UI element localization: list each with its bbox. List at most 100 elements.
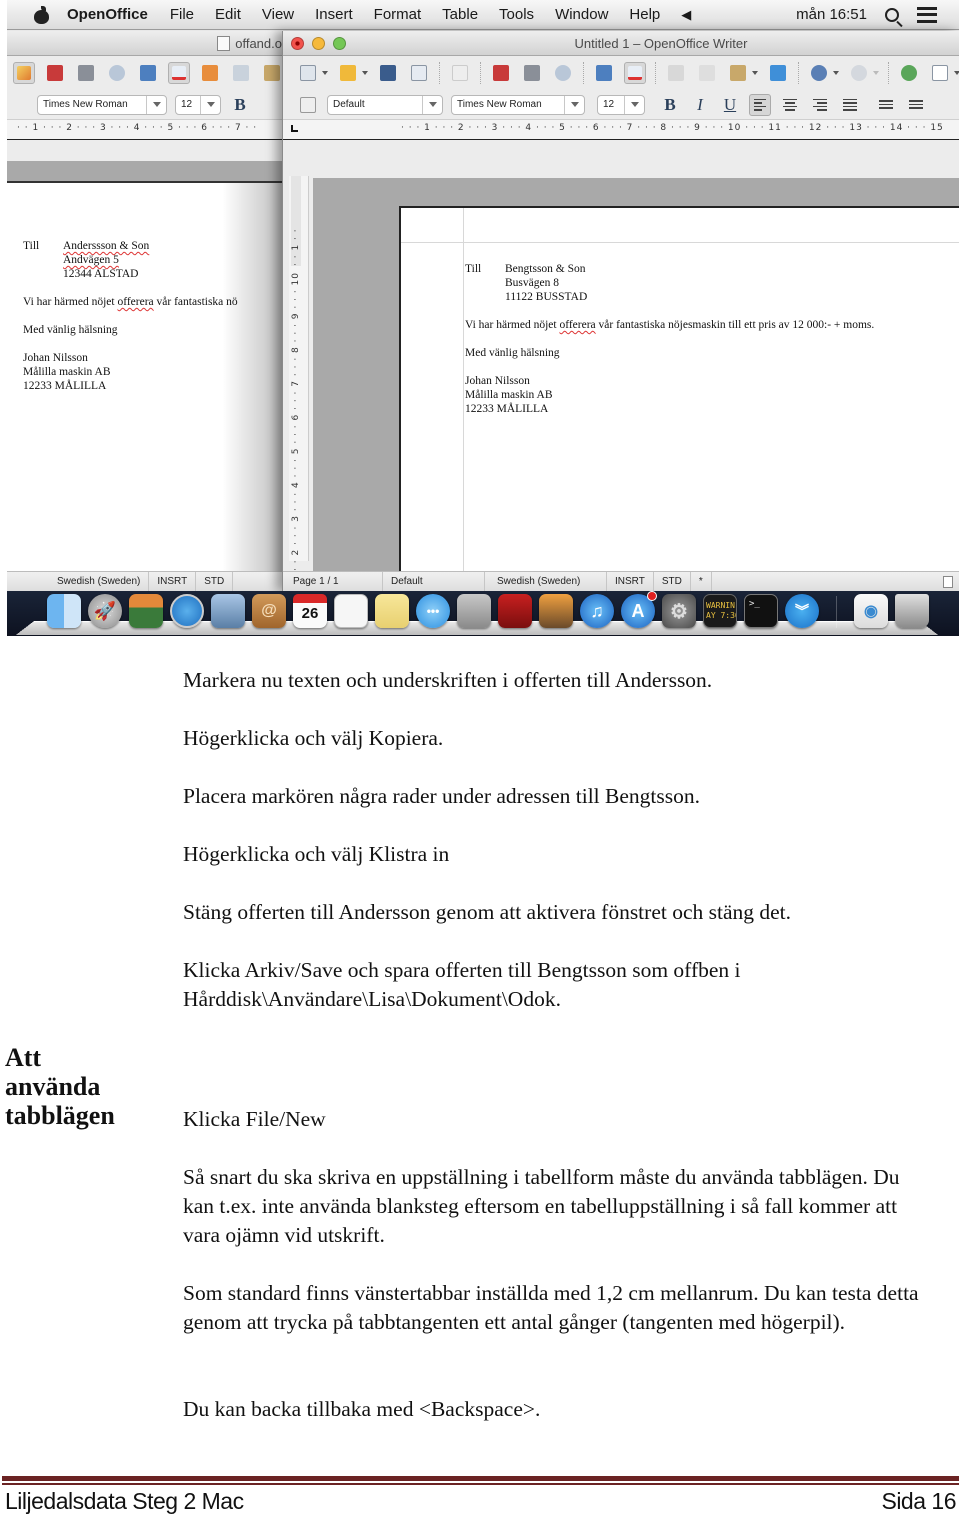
paragraph-style-select[interactable]: Default: [327, 94, 443, 115]
status-selection-mode[interactable]: STD: [196, 572, 234, 591]
open-button[interactable]: [337, 62, 359, 84]
vertical-ruler[interactable]: · · 1 · · · · 1 · · · 2 · · · 3 · · · 4 …: [289, 176, 309, 605]
volume-icon[interactable]: ◀: [681, 7, 691, 23]
undo-button[interactable]: [808, 62, 830, 84]
horizontal-ruler[interactable]: · · 1 · · · 2 · · · 3 · · · 4 · · · 5 · …: [7, 120, 282, 140]
status-insert-mode[interactable]: INSRT: [149, 572, 197, 591]
apple-menu-icon[interactable]: [31, 5, 53, 24]
align-center-button[interactable]: [779, 94, 801, 116]
menu-format[interactable]: Format: [374, 6, 422, 23]
calendar-icon[interactable]: 26: [293, 594, 327, 628]
chevron-down-icon[interactable]: [200, 95, 220, 114]
notes-icon[interactable]: [375, 594, 409, 628]
status-language[interactable]: Swedish (Sweden): [485, 572, 607, 591]
menu-view[interactable]: View: [262, 6, 294, 23]
menu-table[interactable]: Table: [442, 6, 478, 23]
status-selection-mode[interactable]: STD: [654, 572, 691, 591]
system-preferences-icon[interactable]: ⚙: [662, 594, 696, 628]
document-workarea[interactable]: Till Bengtsson & Son Busvägen 8 11122 BU…: [313, 178, 959, 571]
menu-file[interactable]: File: [170, 6, 194, 23]
italic-button[interactable]: I: [689, 95, 711, 115]
window-untitled-1[interactable]: Untitled 1 – OpenOffice Writer Default T…: [282, 31, 959, 605]
email-button[interactable]: [408, 62, 430, 84]
bold-button[interactable]: B: [659, 95, 681, 115]
save-button[interactable]: [377, 62, 399, 84]
cut-button[interactable]: [665, 62, 687, 84]
chevron-down-icon[interactable]: [564, 95, 584, 114]
export-pdf-button[interactable]: [490, 62, 512, 84]
window-titlebar[interactable]: offand.o: [7, 31, 282, 56]
mail-icon[interactable]: [211, 594, 245, 628]
menu-help[interactable]: Help: [629, 6, 660, 23]
spellcheck-button[interactable]: [593, 62, 615, 84]
font-name-select[interactable]: Times New Roman: [37, 94, 167, 115]
paste-button[interactable]: [727, 62, 749, 84]
export-pdf-button[interactable]: [44, 62, 66, 84]
tab-type-selector-icon[interactable]: [291, 125, 298, 132]
font-size-select[interactable]: 12: [175, 94, 221, 115]
terminal-icon[interactable]: >_: [744, 594, 778, 628]
chevron-down-icon[interactable]: [624, 95, 644, 114]
horizontal-ruler[interactable]: · · · 1 · · · 2 · · · 3 · · · 4 · · · 5 …: [283, 120, 959, 140]
new-document-button[interactable]: [297, 62, 319, 84]
paste-button[interactable]: [261, 62, 283, 84]
view-layout-icon[interactable]: [943, 575, 953, 588]
status-page-style[interactable]: Default: [383, 572, 485, 591]
styles-formatting-button[interactable]: [297, 94, 319, 116]
menu-tools[interactable]: Tools: [499, 6, 534, 23]
undo-dropdown-icon[interactable]: [833, 71, 839, 75]
trash-icon[interactable]: [895, 594, 929, 628]
document-workarea[interactable]: Till Anderssson & Son Andvägen 5 12344 A…: [7, 161, 282, 571]
chevron-down-icon[interactable]: [422, 95, 442, 114]
autospellcheck-button[interactable]: [168, 62, 190, 84]
paste-dropdown-icon[interactable]: [752, 71, 758, 75]
font-name-select[interactable]: Times New Roman: [451, 94, 585, 115]
copy-button[interactable]: [696, 62, 718, 84]
menubar-clock[interactable]: mån 16:51: [796, 6, 867, 23]
messages-icon[interactable]: •••: [416, 594, 450, 628]
numbering-button[interactable]: [875, 94, 897, 116]
menu-insert[interactable]: Insert: [315, 6, 353, 23]
clone-formatting-button[interactable]: [767, 62, 789, 84]
chevron-down-icon[interactable]: [146, 95, 166, 114]
autospellcheck-button[interactable]: [624, 62, 646, 84]
align-left-button[interactable]: [749, 93, 771, 116]
print-button[interactable]: [521, 62, 543, 84]
cut-button[interactable]: [199, 62, 221, 84]
bullets-button[interactable]: [905, 94, 927, 116]
font-size-select[interactable]: 12: [597, 94, 645, 115]
downloads-stack-icon[interactable]: ◉: [854, 594, 888, 628]
contacts-icon[interactable]: @: [252, 594, 286, 628]
app-store-icon[interactable]: A: [621, 591, 657, 628]
iphoto-icon[interactable]: [539, 594, 573, 628]
document-page[interactable]: Till Bengtsson & Son Busvägen 8 11122 BU…: [399, 206, 959, 571]
underline-button[interactable]: U: [719, 95, 741, 115]
redo-dropdown-icon[interactable]: [873, 71, 879, 75]
safari-icon[interactable]: [170, 594, 204, 628]
spotlight-search-icon[interactable]: [885, 7, 899, 22]
finder-icon[interactable]: [47, 594, 81, 628]
window-offand[interactable]: offand.o Times New Roman 12 B · · 1 · · …: [7, 31, 292, 591]
edit-mode-button[interactable]: [13, 62, 35, 84]
copy-button[interactable]: [230, 62, 252, 84]
photo-booth-icon[interactable]: [498, 594, 532, 628]
status-insert-mode[interactable]: INSRT: [607, 572, 654, 591]
print-preview-button[interactable]: [552, 62, 574, 84]
bold-button[interactable]: B: [229, 95, 251, 115]
facetime-icon[interactable]: [457, 594, 491, 628]
console-icon[interactable]: WARNINAY 7:36: [703, 594, 737, 628]
table-dropdown-icon[interactable]: [954, 71, 959, 75]
print-button[interactable]: [75, 62, 97, 84]
menu-window[interactable]: Window: [555, 6, 608, 23]
spellcheck-button[interactable]: [137, 62, 159, 84]
notification-center-icon[interactable]: [917, 6, 937, 23]
reminders-icon[interactable]: [334, 594, 368, 628]
table-button[interactable]: [929, 62, 951, 84]
status-language[interactable]: Swedish (Sweden): [7, 572, 150, 591]
align-right-button[interactable]: [809, 94, 831, 116]
edit-file-button[interactable]: [449, 62, 471, 84]
hyperlink-button[interactable]: [898, 62, 920, 84]
menu-edit[interactable]: Edit: [215, 6, 241, 23]
open-dropdown-icon[interactable]: [362, 71, 368, 75]
status-page[interactable]: Page 1 / 1: [283, 572, 383, 591]
